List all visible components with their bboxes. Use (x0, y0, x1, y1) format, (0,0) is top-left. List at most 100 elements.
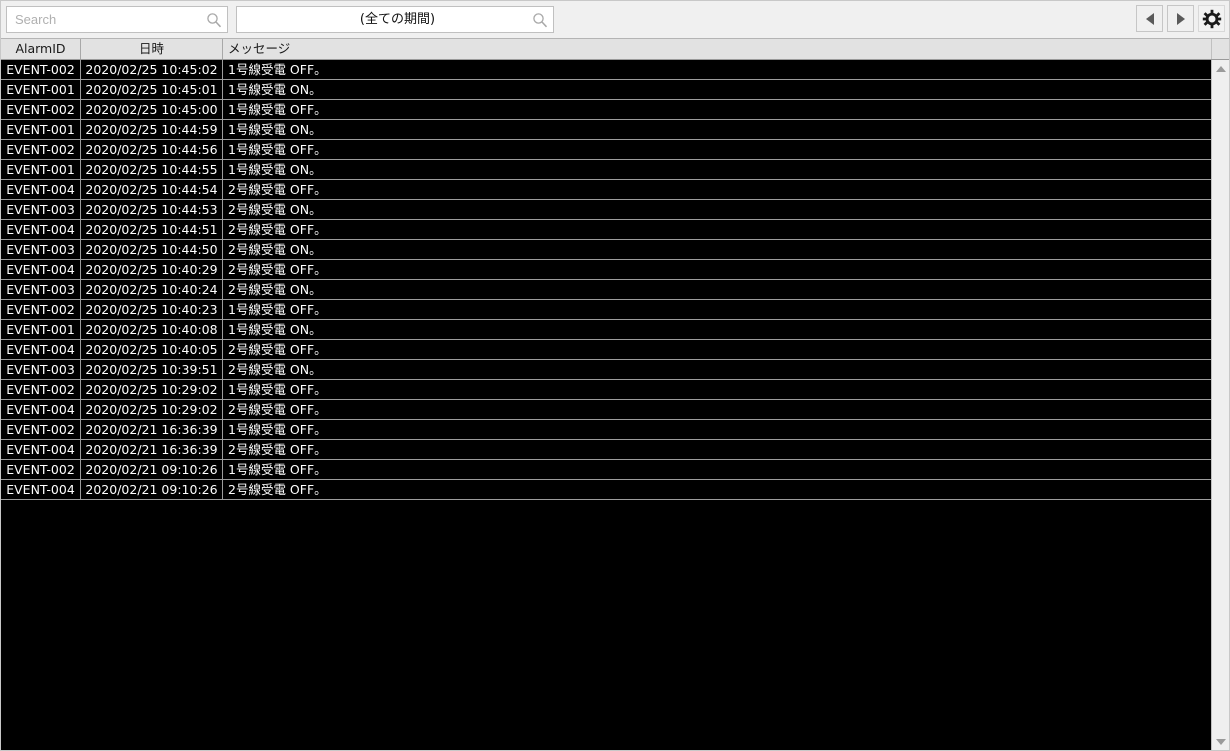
cell-message: 2号線受電 ON。 (228, 282, 322, 297)
cell-message: 2号線受電 OFF。 (228, 342, 327, 357)
cell-datetime: 2020/02/25 10:40:24 (81, 280, 223, 299)
scroll-down-button[interactable] (1212, 733, 1230, 750)
cell-message: 1号線受電 OFF。 (228, 302, 327, 317)
cell-datetime: 2020/02/25 10:40:05 (81, 340, 223, 359)
table-row[interactable]: EVENT-003 2020/02/25 10:39:51 2号線受電 ON。 (1, 360, 1211, 380)
cell-alarm_id: EVENT-002 (1, 460, 81, 479)
table-rows: EVENT-002 2020/02/25 10:45:02 1号線受電 OFF。 EV… (1, 60, 1211, 750)
cell-alarm_id: EVENT-001 (1, 320, 81, 339)
table-row[interactable]: EVENT-003 2020/02/25 10:44:53 2号線受電 ON。 (1, 200, 1211, 220)
table-row[interactable]: EVENT-002 2020/02/25 10:45:02 1号線受電 OFF。 (1, 60, 1211, 80)
table-row[interactable]: EVENT-004 2020/02/21 16:36:39 2号線受電 OFF。 (1, 440, 1211, 460)
cell-message: 2号線受電 OFF。 (228, 402, 327, 417)
cell-message: 2号線受電 ON。 (228, 362, 322, 377)
cell-datetime: 2020/02/25 10:40:23 (81, 300, 223, 319)
table-row[interactable]: EVENT-001 2020/02/25 10:40:08 1号線受電 ON。 (1, 320, 1211, 340)
cell-datetime: 2020/02/25 10:44:53 (81, 200, 223, 219)
cell-alarm_id: EVENT-003 (1, 240, 81, 259)
cell-message: 1号線受電 ON。 (228, 122, 322, 137)
table-row[interactable]: EVENT-004 2020/02/25 10:40:29 2号線受電 OFF。 (1, 260, 1211, 280)
table-row[interactable]: EVENT-003 2020/02/25 10:44:50 2号線受電 ON。 (1, 240, 1211, 260)
cell-message: 1号線受電 ON。 (228, 162, 322, 177)
table-row[interactable]: EVENT-002 2020/02/25 10:45:00 1号線受電 OFF。 (1, 100, 1211, 120)
column-header-datetime[interactable]: 日時 (81, 39, 223, 59)
cell-datetime: 2020/02/25 10:39:51 (81, 360, 223, 379)
column-header-message[interactable]: メッセージ (223, 39, 1211, 59)
table-body-area: EVENT-002 2020/02/25 10:45:02 1号線受電 OFF。 EV… (1, 60, 1229, 750)
cell-alarm_id: EVENT-002 (1, 60, 81, 79)
header-scrollbar-spacer (1211, 39, 1229, 59)
cell-alarm_id: EVENT-003 (1, 280, 81, 299)
table-row[interactable]: EVENT-004 2020/02/25 10:44:54 2号線受電 OFF。 (1, 180, 1211, 200)
cell-alarm_id: EVENT-004 (1, 340, 81, 359)
period-filter-value: (全ての期間) (359, 12, 436, 27)
cell-alarm_id: EVENT-004 (1, 400, 81, 419)
vertical-scrollbar[interactable] (1211, 60, 1229, 750)
cell-alarm_id: EVENT-001 (1, 80, 81, 99)
cell-datetime: 2020/02/25 10:40:08 (81, 320, 223, 339)
cell-alarm_id: EVENT-002 (1, 380, 81, 399)
cell-message: 2号線受電 ON。 (228, 202, 322, 217)
table-row[interactable]: EVENT-003 2020/02/25 10:40:24 2号線受電 ON。 (1, 280, 1211, 300)
cell-message: 2号線受電 OFF。 (228, 262, 327, 277)
cell-datetime: 2020/02/25 10:44:54 (81, 180, 223, 199)
table-row[interactable]: EVENT-002 2020/02/25 10:40:23 1号線受電 OFF。 (1, 300, 1211, 320)
cell-message: 1号線受電 OFF。 (228, 102, 327, 117)
table-header-row: AlarmID 日時 メッセージ (1, 39, 1229, 60)
cell-message: 1号線受電 OFF。 (228, 382, 327, 397)
table-row[interactable]: EVENT-004 2020/02/21 09:10:26 2号線受電 OFF。 (1, 480, 1211, 500)
cell-datetime: 2020/02/25 10:44:51 (81, 220, 223, 239)
cell-datetime: 2020/02/25 10:45:02 (81, 60, 223, 79)
cell-message: 2号線受電 OFF。 (228, 442, 327, 457)
toolbar-actions (1136, 5, 1225, 32)
search-input[interactable] (15, 7, 206, 32)
toolbar: (全ての期間) (1, 1, 1229, 38)
cell-alarm_id: EVENT-002 (1, 140, 81, 159)
cell-datetime: 2020/02/25 10:45:00 (81, 100, 223, 119)
cell-datetime: 2020/02/25 10:29:02 (81, 400, 223, 419)
search-icon[interactable] (532, 12, 548, 28)
table-row[interactable]: EVENT-001 2020/02/25 10:45:01 1号線受電 ON。 (1, 80, 1211, 100)
search-box[interactable] (6, 6, 228, 33)
cell-message: 1号線受電 OFF。 (228, 62, 327, 77)
settings-button[interactable] (1198, 5, 1225, 32)
triangle-down-icon (1215, 738, 1226, 745)
period-filter[interactable]: (全ての期間) (236, 6, 554, 33)
cell-datetime: 2020/02/25 10:29:02 (81, 380, 223, 399)
search-icon[interactable] (206, 12, 222, 28)
cell-alarm_id: EVENT-004 (1, 260, 81, 279)
cell-message: 1号線受電 ON。 (228, 322, 322, 337)
cell-datetime: 2020/02/25 10:44:56 (81, 140, 223, 159)
cell-alarm_id: EVENT-004 (1, 480, 81, 499)
cell-datetime: 2020/02/25 10:44:50 (81, 240, 223, 259)
cell-message: 1号線受電 OFF。 (228, 142, 327, 157)
alarm-log-window: (全ての期間) (0, 0, 1230, 751)
scrollbar-track[interactable] (1211, 77, 1229, 733)
table-row[interactable]: EVENT-001 2020/02/25 10:44:59 1号線受電 ON。 (1, 120, 1211, 140)
cell-alarm_id: EVENT-004 (1, 440, 81, 459)
cell-datetime: 2020/02/25 10:45:01 (81, 80, 223, 99)
cell-alarm_id: EVENT-001 (1, 160, 81, 179)
cell-alarm_id: EVENT-003 (1, 360, 81, 379)
table-row[interactable]: EVENT-002 2020/02/25 10:29:02 1号線受電 OFF。 (1, 380, 1211, 400)
table-row[interactable]: EVENT-002 2020/02/21 16:36:39 1号線受電 OFF。 (1, 420, 1211, 440)
cell-alarm_id: EVENT-002 (1, 420, 81, 439)
cell-datetime: 2020/02/21 09:10:26 (81, 460, 223, 479)
cell-alarm_id: EVENT-003 (1, 200, 81, 219)
scroll-up-button[interactable] (1212, 60, 1230, 77)
prev-page-button[interactable] (1136, 5, 1163, 32)
table-row[interactable]: EVENT-001 2020/02/25 10:44:55 1号線受電 ON。 (1, 160, 1211, 180)
next-page-button[interactable] (1167, 5, 1194, 32)
cell-alarm_id: EVENT-004 (1, 220, 81, 239)
table-row[interactable]: EVENT-002 2020/02/21 09:10:26 1号線受電 OFF。 (1, 460, 1211, 480)
table-row[interactable]: EVENT-004 2020/02/25 10:44:51 2号線受電 OFF。 (1, 220, 1211, 240)
table-row[interactable]: EVENT-002 2020/02/25 10:44:56 1号線受電 OFF。 (1, 140, 1211, 160)
table-row[interactable]: EVENT-004 2020/02/25 10:40:05 2号線受電 OFF。 (1, 340, 1211, 360)
triangle-left-icon (1145, 12, 1154, 25)
cell-datetime: 2020/02/25 10:44:59 (81, 120, 223, 139)
column-header-alarm-id[interactable]: AlarmID (1, 39, 81, 59)
cell-message: 1号線受電 OFF。 (228, 462, 327, 477)
table-row[interactable]: EVENT-004 2020/02/25 10:29:02 2号線受電 OFF。 (1, 400, 1211, 420)
cell-message: 1号線受電 OFF。 (228, 422, 327, 437)
cell-alarm_id: EVENT-002 (1, 100, 81, 119)
